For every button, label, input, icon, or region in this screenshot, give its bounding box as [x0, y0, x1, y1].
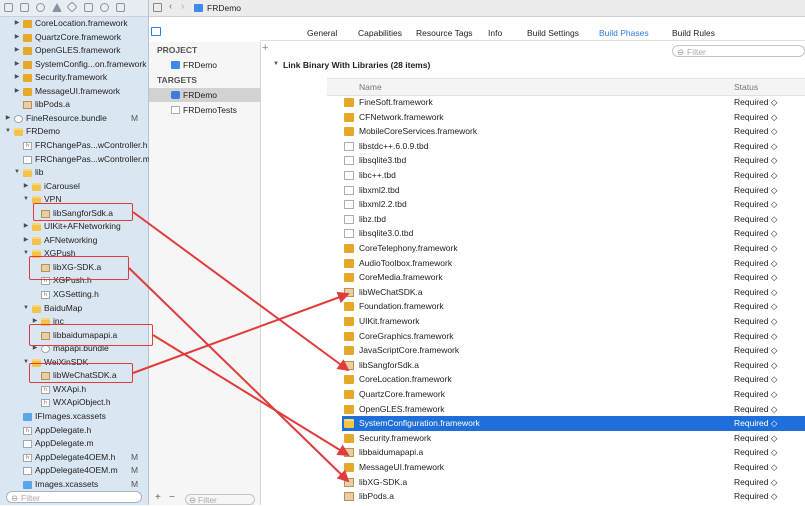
annotation-arrow — [132, 211, 350, 372]
annotation-arrows — [128, 211, 350, 483]
annotation-arrow — [128, 267, 350, 483]
annotation-arrow — [132, 291, 350, 374]
annotation-arrow — [152, 334, 350, 457]
